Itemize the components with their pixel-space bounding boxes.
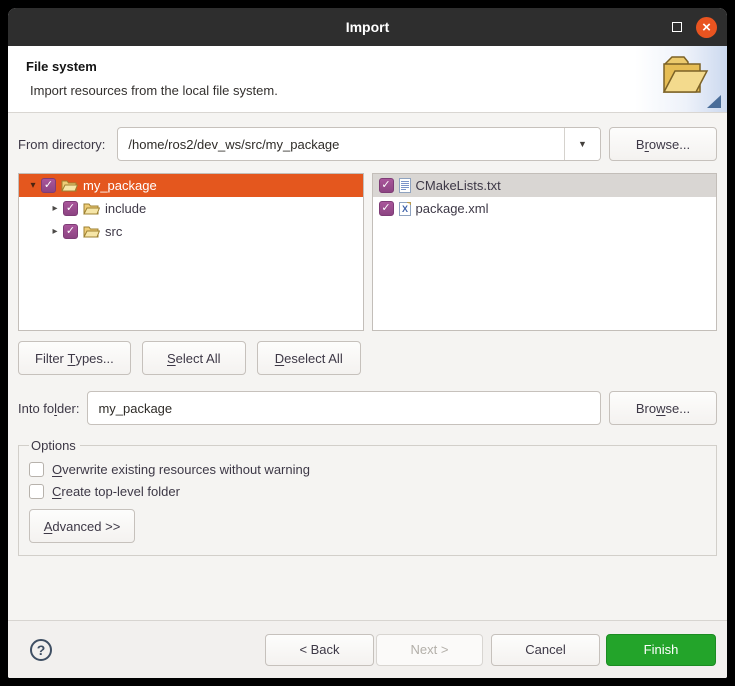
question-mark-icon: ?	[37, 642, 46, 658]
label-mnemonic: O	[52, 462, 62, 477]
check-icon: ✓	[44, 180, 53, 191]
into-folder-input[interactable]	[87, 391, 601, 425]
button-label: dvanced >>	[52, 519, 120, 534]
tree-item-include[interactable]: ▸ ✓ include	[19, 197, 363, 220]
import-folder-icon	[653, 52, 713, 102]
button-label-mnemonic: w	[656, 401, 665, 416]
checkbox-checked[interactable]: ✓	[63, 224, 78, 239]
next-button[interactable]: Next >	[376, 634, 483, 666]
select-all-button[interactable]: Select All	[142, 341, 246, 375]
checkbox-checked[interactable]: ✓	[379, 178, 394, 193]
wizard-header: File system Import resources from the lo…	[8, 46, 727, 113]
into-folder-label: Into folder:	[18, 401, 79, 416]
label-text: der:	[57, 401, 79, 416]
label-text: verwrite existing resources without warn…	[62, 462, 310, 477]
from-directory-combo: ▼	[117, 127, 601, 161]
minimize-icon	[672, 22, 682, 32]
combo-dropdown-button[interactable]: ▼	[564, 128, 600, 160]
button-label: B	[636, 137, 645, 152]
page-title: File system	[26, 59, 727, 74]
button-label-mnemonic: S	[167, 351, 176, 366]
label-text: Into fo	[18, 401, 54, 416]
create-top-level-option-label: Create top-level folder	[52, 484, 180, 499]
overwrite-option-row[interactable]: Overwrite existing resources without war…	[29, 462, 706, 477]
advanced-button[interactable]: Advanced >>	[29, 509, 135, 543]
xml-file-icon: X	[399, 201, 411, 216]
button-label: ypes...	[75, 351, 113, 366]
tree-item-src[interactable]: ▸ ✓ src	[19, 220, 363, 243]
button-label: elect All	[176, 351, 221, 366]
wizard-banner	[635, 46, 727, 112]
close-button[interactable]: ×	[696, 17, 717, 38]
button-label-mnemonic: T	[68, 351, 76, 366]
file-item-label: package.xml	[416, 201, 489, 216]
into-folder-row: Into folder: Browse...	[18, 391, 717, 425]
chevron-down-icon: ▼	[578, 139, 587, 149]
file-list-pane[interactable]: ✓ CMakeLists.txt ✓ X package.xml	[372, 173, 718, 331]
options-legend: Options	[29, 438, 80, 453]
deselect-all-button[interactable]: Deselect All	[257, 341, 361, 375]
button-label: owse...	[649, 137, 690, 152]
check-icon: ✓	[381, 180, 390, 191]
cancel-button[interactable]: Cancel	[491, 634, 600, 666]
import-dialog-window: Import × File system Import resources fr…	[8, 8, 727, 678]
label-text: reate top-level folder	[61, 484, 180, 499]
folder-icon	[61, 179, 78, 192]
titlebar[interactable]: Import ×	[8, 8, 727, 46]
minimize-button[interactable]	[672, 22, 682, 32]
banner-arrow-icon	[707, 95, 721, 108]
page-subtitle: Import resources from the local file sys…	[30, 83, 727, 98]
caret-expanded-icon[interactable]: ▾	[25, 180, 41, 191]
selection-panes: ▾ ✓ my_package ▸ ✓ include	[18, 173, 717, 331]
checkbox-checked[interactable]: ✓	[63, 201, 78, 216]
help-button[interactable]: ?	[30, 639, 52, 661]
file-item-package-xml[interactable]: ✓ X package.xml	[373, 197, 717, 220]
checkbox-checked[interactable]: ✓	[41, 178, 56, 193]
caret-collapsed-icon[interactable]: ▸	[47, 203, 63, 214]
button-label: Bro	[636, 401, 656, 416]
options-group: Options Overwrite existing resources wit…	[18, 438, 717, 556]
tree-item-label: src	[105, 224, 122, 239]
folder-tree-pane[interactable]: ▾ ✓ my_package ▸ ✓ include	[18, 173, 364, 331]
filter-types-button[interactable]: Filter Types...	[18, 341, 131, 375]
checkbox-unchecked[interactable]	[29, 462, 44, 477]
svg-text:X: X	[401, 204, 407, 214]
button-label: Filter	[35, 351, 68, 366]
window-title: Import	[8, 19, 727, 35]
body-spacer	[18, 556, 717, 620]
label-mnemonic: C	[52, 484, 61, 499]
from-directory-row: From directory: ▼ Browse...	[18, 127, 717, 161]
text-file-icon	[399, 178, 411, 193]
finish-button[interactable]: Finish	[606, 634, 716, 666]
selection-actions: Filter Types... Select All Deselect All	[18, 341, 717, 375]
file-item-label: CMakeLists.txt	[416, 178, 501, 193]
footer-bar: ? < Back Next > Cancel Finish	[8, 620, 727, 678]
browse-destination-button[interactable]: Browse...	[609, 391, 717, 425]
check-icon: ✓	[66, 203, 75, 214]
from-directory-input[interactable]	[118, 128, 564, 160]
button-label: eselect All	[284, 351, 343, 366]
create-top-level-option-row[interactable]: Create top-level folder	[29, 484, 706, 499]
check-icon: ✓	[381, 203, 390, 214]
button-label: se...	[666, 401, 691, 416]
checkbox-checked[interactable]: ✓	[379, 201, 394, 216]
tree-item-label: my_package	[83, 178, 157, 193]
file-item-cmakelists[interactable]: ✓ CMakeLists.txt	[373, 174, 717, 197]
from-directory-label: From directory:	[18, 137, 105, 152]
checkbox-unchecked[interactable]	[29, 484, 44, 499]
folder-icon	[83, 202, 100, 215]
check-icon: ✓	[66, 226, 75, 237]
back-button[interactable]: < Back	[265, 634, 374, 666]
caret-collapsed-icon[interactable]: ▸	[47, 226, 63, 237]
browse-source-button[interactable]: Browse...	[609, 127, 717, 161]
tree-item-label: include	[105, 201, 146, 216]
folder-icon	[83, 225, 100, 238]
dialog-body: From directory: ▼ Browse... ▾ ✓	[8, 113, 727, 620]
button-label-mnemonic: A	[44, 519, 53, 534]
button-label-mnemonic: D	[275, 351, 284, 366]
tree-item-my-package[interactable]: ▾ ✓ my_package	[19, 174, 363, 197]
overwrite-option-label: Overwrite existing resources without war…	[52, 462, 310, 477]
close-icon: ×	[702, 20, 711, 35]
